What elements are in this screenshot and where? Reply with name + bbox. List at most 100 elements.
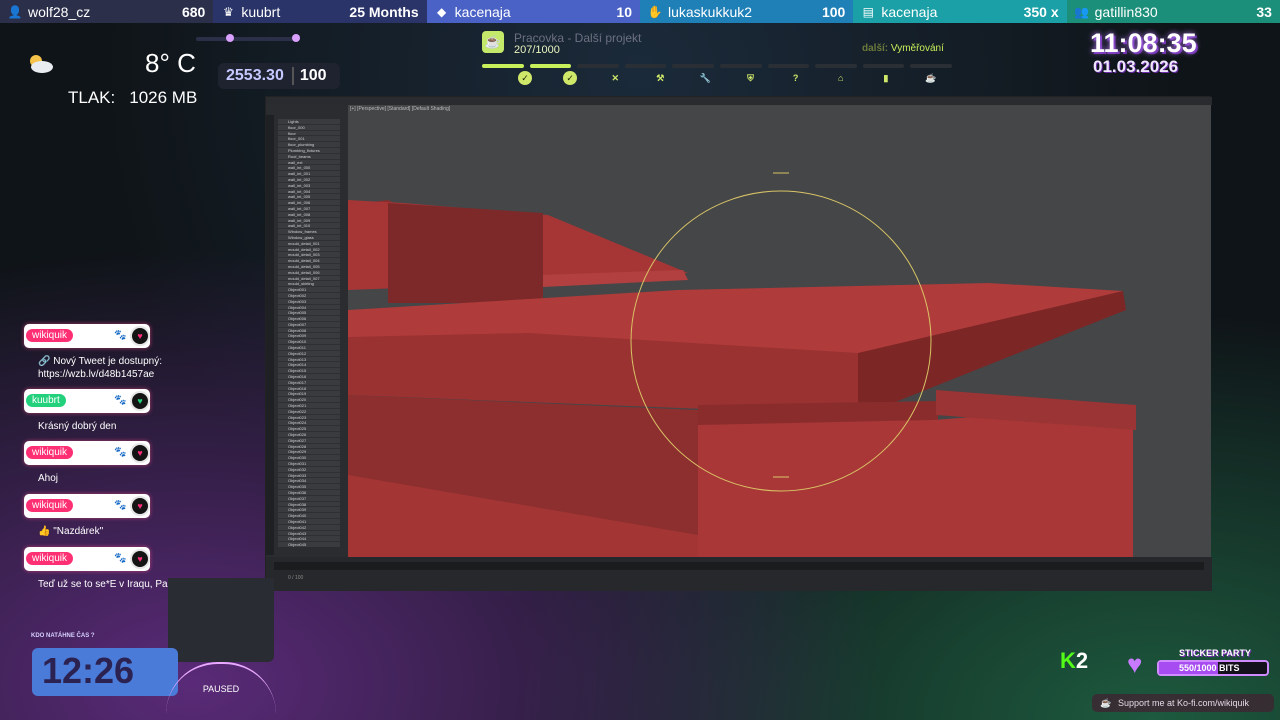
sticker-party: ♥ STICKER PARTY 550/1000 BITS bbox=[1127, 648, 1271, 680]
scene-outliner[interactable]: Lights floor_000 floor floor_001 floor_plumb… bbox=[266, 105, 348, 557]
chat-user: wikiquik bbox=[26, 552, 74, 565]
event-name: kuubrt bbox=[241, 3, 281, 20]
hammer-icon: ⚒ bbox=[656, 73, 665, 83]
paw-icon: 🐾 bbox=[114, 500, 127, 511]
cup-icon: ☕ bbox=[482, 31, 504, 53]
kofi-banner[interactable]: ☕ Support me at Ko-fi.com/wikiquik bbox=[1092, 694, 1274, 712]
project-title: Pracovka - Další projekt bbox=[514, 31, 642, 45]
event-name: lukaskukkuk2 bbox=[667, 3, 753, 20]
webcam-frame bbox=[168, 578, 274, 662]
project-count: 207/1000 bbox=[514, 44, 560, 56]
pressure-label: TLAK: bbox=[68, 88, 116, 107]
paused-status: PAUSED bbox=[166, 662, 276, 714]
score-value: 2553.30 bbox=[226, 67, 284, 84]
paw-icon: 🐾 bbox=[114, 330, 127, 341]
event-gift: ▤ kacenaja 350 x bbox=[853, 0, 1067, 23]
event-bits: ◆ kacenaja 10 bbox=[426, 0, 640, 23]
chat-badge: wikiquik 🐾 ♥ bbox=[24, 494, 150, 518]
next-stage: další: Vyměřování bbox=[862, 43, 944, 54]
timer-box: 12:26 bbox=[32, 648, 178, 696]
event-raid: 👥 gatillin830 33 bbox=[1066, 0, 1280, 23]
timeline-status: 0 / 100 bbox=[288, 575, 304, 581]
app-menubar[interactable] bbox=[266, 97, 1212, 105]
timeline[interactable]: 0 / 100 bbox=[266, 557, 1212, 591]
project-progress bbox=[482, 64, 952, 68]
timer-label: KDO NATÁHNE ČAS ? bbox=[31, 633, 95, 639]
paw-icon: 🐾 bbox=[114, 447, 127, 458]
chat-badge: kuubrt 🐾 ♥ bbox=[24, 389, 150, 413]
outliner-tree[interactable]: Lights floor_000 floor floor_001 floor_plumb… bbox=[278, 119, 340, 547]
kofi-text: Support me at Ko-fi.com/wikiquik bbox=[1118, 698, 1250, 708]
event-value: 350 x bbox=[1023, 3, 1059, 20]
sticker-title: STICKER PARTY bbox=[1179, 648, 1251, 658]
next-value: Vyměřování bbox=[890, 43, 944, 54]
heart-icon: ♥ bbox=[130, 391, 150, 411]
chat-text: Ahoj bbox=[38, 473, 59, 484]
progress-seg bbox=[862, 64, 905, 68]
chat-user: wikiquik bbox=[26, 499, 74, 512]
pressure: TLAK: 1026 MB bbox=[68, 88, 197, 108]
event-follow: 👤 wolf28_cz 680 bbox=[0, 0, 214, 23]
shield-icon: ⛨ bbox=[747, 73, 754, 83]
viewport[interactable]: [+] [Perspective] [Standard] [Default Sh… bbox=[348, 105, 1211, 557]
step-icons: ✓ ✓ ✕ ⚒ 🔧 ⛨? ⌂ ▮ ☕ bbox=[518, 71, 938, 85]
chat-message: wikiquik 🐾 ♥ Ahoj bbox=[24, 441, 254, 485]
paw-icon: 🐾 bbox=[114, 395, 127, 406]
score-limit: 100 bbox=[291, 67, 327, 85]
event-value: 10 bbox=[616, 3, 632, 20]
check-icon: ✓ bbox=[518, 71, 532, 85]
chat-badge: wikiquik 🐾 ♥ bbox=[24, 441, 150, 465]
viewport-scene bbox=[348, 172, 1136, 557]
timer-time: 12:26 bbox=[42, 650, 135, 691]
kick-count: 2 bbox=[1075, 648, 1089, 673]
check-icon: ✓ bbox=[563, 71, 578, 85]
chat-message: wikiquik 🐾 ♥ 🔗 Nový Tweet je dostupný: http… bbox=[24, 324, 254, 381]
chat-text: 👍 "Nazdárek" bbox=[38, 526, 104, 537]
event-name: kacenaja bbox=[881, 3, 938, 20]
people-icon: 👥 bbox=[1074, 4, 1090, 19]
chat-user: wikiquik bbox=[26, 329, 74, 342]
wrench-icon: 🔧 bbox=[699, 73, 712, 83]
chat-badge: wikiquik 🐾 ♥ bbox=[24, 324, 150, 348]
progress-seg bbox=[624, 64, 667, 68]
add-user-icon: 👤 bbox=[7, 4, 23, 19]
diamond-icon: ◆ bbox=[437, 4, 447, 19]
timer-widget: KDO NATÁHNE ČAS ? 12:26 bbox=[26, 630, 178, 698]
slider-dot bbox=[226, 34, 234, 42]
chat-text: Krásný dobrý den bbox=[38, 421, 117, 432]
crown-icon: ♛ bbox=[222, 4, 234, 19]
kofi-cup-icon: ☕ bbox=[1100, 698, 1112, 708]
question-icon: ? bbox=[792, 73, 799, 83]
progress-seg bbox=[482, 64, 524, 68]
event-value: 25 Months bbox=[349, 3, 419, 20]
chat-text: 🔗 Nový Tweet je dostupný: https://wzb.lv… bbox=[38, 356, 162, 380]
event-name: gatillin830 bbox=[1094, 3, 1158, 20]
heart-icon: ♥ bbox=[1127, 649, 1143, 679]
bin-icon: ▮ bbox=[883, 73, 889, 83]
outliner-toolbar[interactable] bbox=[266, 115, 274, 555]
progress-seg bbox=[672, 64, 714, 68]
outliner-item[interactable]: Object045 bbox=[278, 542, 340, 547]
progress-slider bbox=[196, 34, 300, 42]
progress-seg bbox=[577, 64, 619, 68]
event-sub: ♛ kuubrt 25 Months bbox=[213, 0, 427, 23]
progress-seg bbox=[767, 64, 810, 68]
heart-icon: ♥ bbox=[130, 549, 150, 569]
time-slider[interactable] bbox=[274, 562, 1204, 570]
stack-icon: ▤ bbox=[862, 4, 874, 19]
sticker-bar: 550/1000 BITS bbox=[1157, 660, 1269, 676]
slider-dot bbox=[292, 34, 300, 42]
event-name: kacenaja bbox=[454, 3, 511, 20]
event-value: 100 bbox=[821, 3, 846, 20]
event-name: wolf28_cz bbox=[28, 3, 91, 20]
chat-message: wikiquik 🐾 ♥ 👍 "Nazdárek" bbox=[24, 494, 254, 538]
3d-app-window[interactable]: Lights floor_000 floor floor_001 floor_plumb… bbox=[265, 96, 1212, 591]
heart-icon: ♥ bbox=[130, 326, 150, 346]
chat-badge: wikiquik 🐾 ♥ bbox=[24, 547, 150, 571]
paw-icon: 🐾 bbox=[114, 553, 127, 564]
progress-seg bbox=[529, 64, 572, 68]
chat-user: kuubrt bbox=[26, 394, 66, 407]
progress-seg bbox=[719, 64, 762, 68]
event-value: 680 bbox=[181, 3, 206, 20]
heart-icon: ♥ bbox=[130, 496, 150, 516]
